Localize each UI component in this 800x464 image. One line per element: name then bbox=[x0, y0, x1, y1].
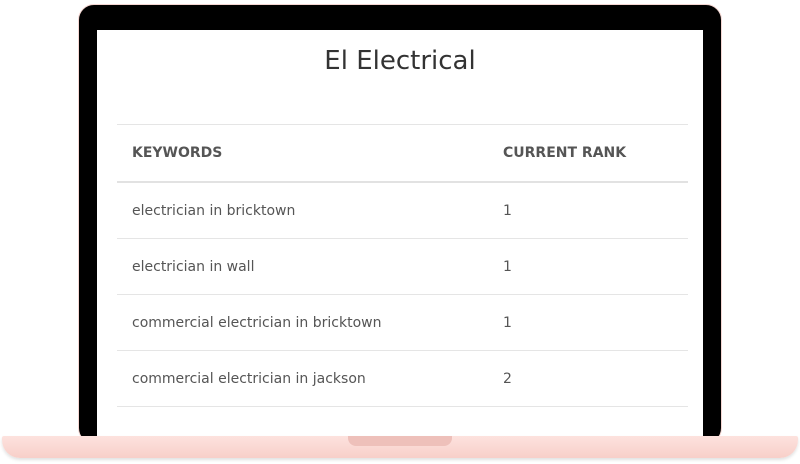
keyword-rank-table: KEYWORDS CURRENT RANK electrician in bri… bbox=[117, 124, 688, 407]
keyword-cell: commercial electrician in jackson bbox=[117, 350, 488, 407]
keyword-cell: electrician in wall bbox=[117, 238, 488, 295]
page-title: El Electrical bbox=[324, 46, 476, 76]
laptop-mockup: El Electrical KEYWORDS CURRENT RANK elec… bbox=[0, 0, 800, 464]
keyword-cell: commercial electrician in bricktown bbox=[117, 294, 488, 351]
rank-cell: 1 bbox=[488, 294, 688, 351]
laptop-hinge-notch bbox=[348, 436, 452, 446]
table-row: electrician in bricktown 1 bbox=[117, 182, 688, 239]
laptop-screen[interactable]: El Electrical KEYWORDS CURRENT RANK elec… bbox=[97, 30, 703, 438]
keywords-column-header: KEYWORDS bbox=[117, 124, 488, 183]
table-row: commercial electrician in jackson 2 bbox=[117, 350, 688, 407]
keyword-cell: electrician in bricktown bbox=[117, 182, 488, 239]
table-row: electrician in wall 1 bbox=[117, 238, 688, 295]
table-header-row: KEYWORDS CURRENT RANK bbox=[117, 124, 688, 183]
current-rank-column-header: CURRENT RANK bbox=[488, 124, 688, 183]
rank-cell: 2 bbox=[488, 350, 688, 407]
rank-cell: 1 bbox=[488, 238, 688, 295]
table-row: commercial electrician in bricktown 1 bbox=[117, 294, 688, 351]
rank-cell: 1 bbox=[488, 182, 688, 239]
